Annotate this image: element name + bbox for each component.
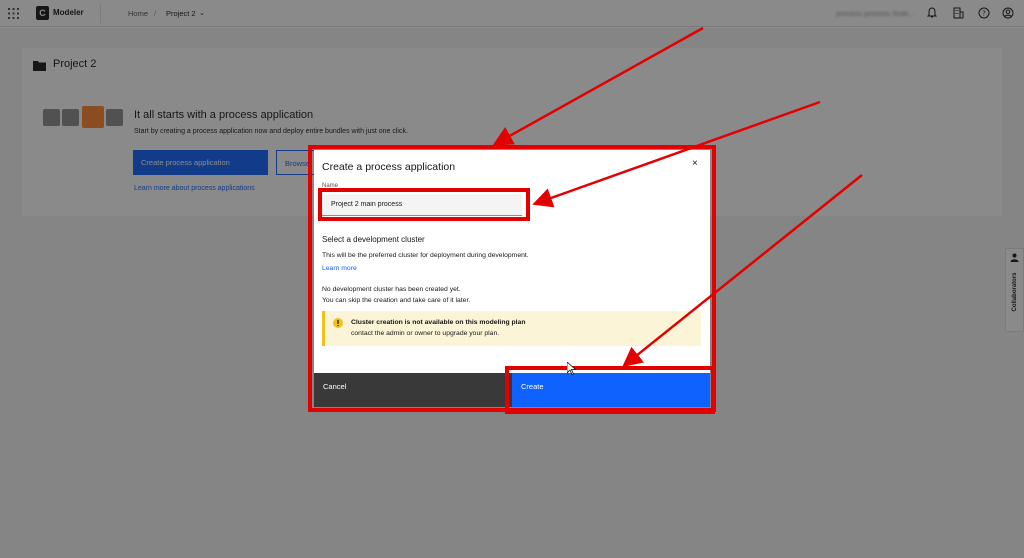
arrow-to-dialog — [492, 26, 704, 146]
arrow-to-create — [622, 174, 863, 368]
arrow-to-name — [532, 100, 821, 208]
cursor-icon — [567, 362, 576, 375]
annotation-arrows — [492, 26, 863, 368]
